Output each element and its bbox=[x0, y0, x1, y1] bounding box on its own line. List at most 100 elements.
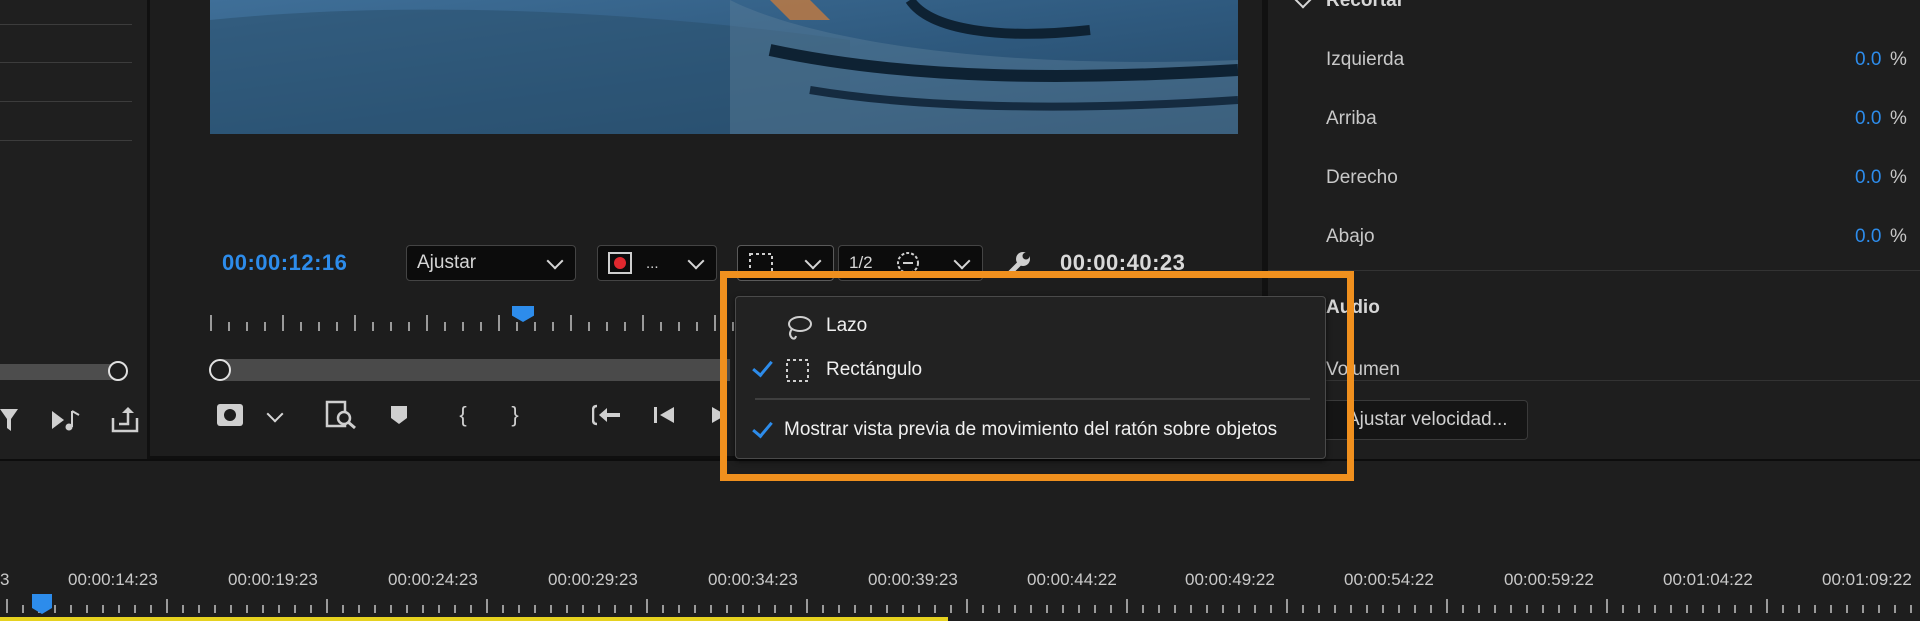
timeline-tick bbox=[1638, 605, 1640, 613]
timeline-tick bbox=[1174, 605, 1176, 613]
timeline-tick bbox=[454, 605, 456, 613]
timeline-tick bbox=[1126, 599, 1128, 613]
timeline-tick bbox=[278, 605, 280, 613]
timeline-tick bbox=[326, 599, 328, 613]
go-to-in-icon[interactable] bbox=[592, 404, 622, 426]
current-timecode[interactable]: 00:00:12:16 bbox=[222, 250, 347, 276]
mark-in-icon[interactable]: { bbox=[446, 400, 480, 430]
prop-value-bottom[interactable]: 0.0 bbox=[1855, 226, 1881, 248]
timeline-tick bbox=[1030, 605, 1032, 613]
ruler-tick bbox=[444, 322, 446, 331]
ruler-tick bbox=[660, 322, 662, 331]
video-preview[interactable] bbox=[210, 0, 1238, 134]
ruler-tick bbox=[696, 322, 698, 331]
timeline-time-label: 00:00:24:23 bbox=[388, 570, 478, 589]
list-divider bbox=[0, 62, 132, 63]
filter-icon[interactable] bbox=[0, 407, 20, 433]
timeline-tick bbox=[310, 605, 312, 613]
timeline-tick bbox=[214, 605, 216, 613]
timeline-tick bbox=[1286, 599, 1288, 613]
timeline-tick bbox=[1142, 605, 1144, 613]
timeline-tick bbox=[534, 605, 536, 613]
marker-icon[interactable] bbox=[389, 404, 409, 426]
zoom-handle[interactable] bbox=[209, 359, 231, 381]
timeline-tick bbox=[1702, 605, 1704, 613]
prop-value-left[interactable]: 0.0 bbox=[1855, 49, 1881, 71]
step-back-icon[interactable] bbox=[652, 404, 676, 426]
timeline-tick bbox=[758, 605, 760, 613]
timeline-tick bbox=[1222, 605, 1224, 613]
timeline-tick bbox=[870, 605, 872, 613]
timeline-tick bbox=[1750, 605, 1752, 613]
chevron-down-icon bbox=[953, 252, 971, 270]
prop-value-right[interactable]: 0.0 bbox=[1855, 167, 1881, 189]
timeline-tick bbox=[982, 605, 984, 613]
timeline-tick bbox=[1046, 605, 1048, 613]
export-icon[interactable] bbox=[110, 406, 140, 434]
timeline-tick bbox=[582, 605, 584, 613]
prop-unit: % bbox=[1890, 49, 1907, 70]
timeline-tick bbox=[1878, 605, 1880, 613]
timeline-tick bbox=[934, 605, 936, 613]
timeline-tick bbox=[854, 605, 856, 613]
timeline-time-label: 00:00:14:23 bbox=[68, 570, 158, 589]
add-marker-icon[interactable] bbox=[216, 402, 246, 428]
timeline-tick bbox=[54, 605, 56, 613]
timeline-tick bbox=[1494, 605, 1496, 613]
timeline-tick bbox=[182, 605, 184, 613]
timeline-tick bbox=[198, 605, 200, 613]
timeline-tick bbox=[502, 605, 504, 613]
record-dropdown-label: ... bbox=[646, 254, 659, 272]
work-area-bar[interactable] bbox=[0, 617, 948, 621]
highlight-box bbox=[720, 271, 1354, 481]
zoom-handle[interactable] bbox=[108, 361, 128, 381]
zoom-scrollbar[interactable] bbox=[0, 364, 118, 380]
ruler-tick bbox=[498, 315, 500, 331]
ruler-tick bbox=[516, 322, 518, 331]
timeline-tick bbox=[406, 605, 408, 613]
timeline-tick bbox=[22, 605, 24, 613]
mark-out-icon[interactable]: } bbox=[498, 400, 532, 430]
timeline-tick bbox=[806, 599, 808, 613]
timeline-tick bbox=[1254, 605, 1256, 613]
timeline-tick bbox=[550, 605, 552, 613]
ruler-tick bbox=[426, 315, 428, 331]
timeline-tick bbox=[374, 605, 376, 613]
list-divider bbox=[0, 24, 132, 25]
timeline-tick bbox=[1014, 605, 1016, 613]
timeline-time-label: 00:00:19:23 bbox=[228, 570, 318, 589]
timeline-tick bbox=[102, 605, 104, 613]
timeline-tick bbox=[166, 599, 168, 613]
timeline-tick bbox=[742, 605, 744, 613]
timeline-tick bbox=[1190, 605, 1192, 613]
timeline-tick bbox=[422, 605, 424, 613]
timeline-tick bbox=[1334, 605, 1336, 613]
ruler-tick bbox=[462, 322, 464, 331]
section-header[interactable]: Recortar bbox=[1326, 0, 1404, 12]
ruler-tick bbox=[264, 322, 266, 331]
fit-dropdown[interactable]: Ajustar bbox=[406, 245, 576, 281]
timeline-tick bbox=[342, 605, 344, 613]
timeline-tick bbox=[358, 605, 360, 613]
ruler-tick bbox=[282, 315, 284, 331]
chevron-down-icon bbox=[687, 252, 705, 270]
timeline-tick bbox=[1398, 605, 1400, 613]
timeline-tick bbox=[630, 605, 632, 613]
timeline-tick bbox=[1302, 605, 1304, 613]
ruler-tick bbox=[336, 322, 338, 331]
timeline-tick bbox=[1606, 599, 1608, 613]
ruler-tick bbox=[228, 322, 230, 331]
prop-value-top[interactable]: 0.0 bbox=[1855, 108, 1881, 130]
prop-unit: % bbox=[1890, 226, 1907, 247]
monitor-zoom-scrollbar[interactable] bbox=[210, 359, 730, 381]
timeline-ruler[interactable] bbox=[0, 595, 1920, 613]
timeline-tick bbox=[1590, 605, 1592, 613]
find-icon[interactable] bbox=[325, 400, 357, 430]
timeline-tick bbox=[518, 605, 520, 613]
record-mode-dropdown[interactable]: ... bbox=[597, 245, 717, 281]
prop-label-top: Arriba bbox=[1326, 108, 1377, 129]
timeline-tick bbox=[470, 605, 472, 613]
monitor-time-ruler[interactable] bbox=[210, 313, 734, 331]
insert-audio-icon[interactable] bbox=[50, 407, 82, 433]
list-divider bbox=[0, 101, 132, 102]
